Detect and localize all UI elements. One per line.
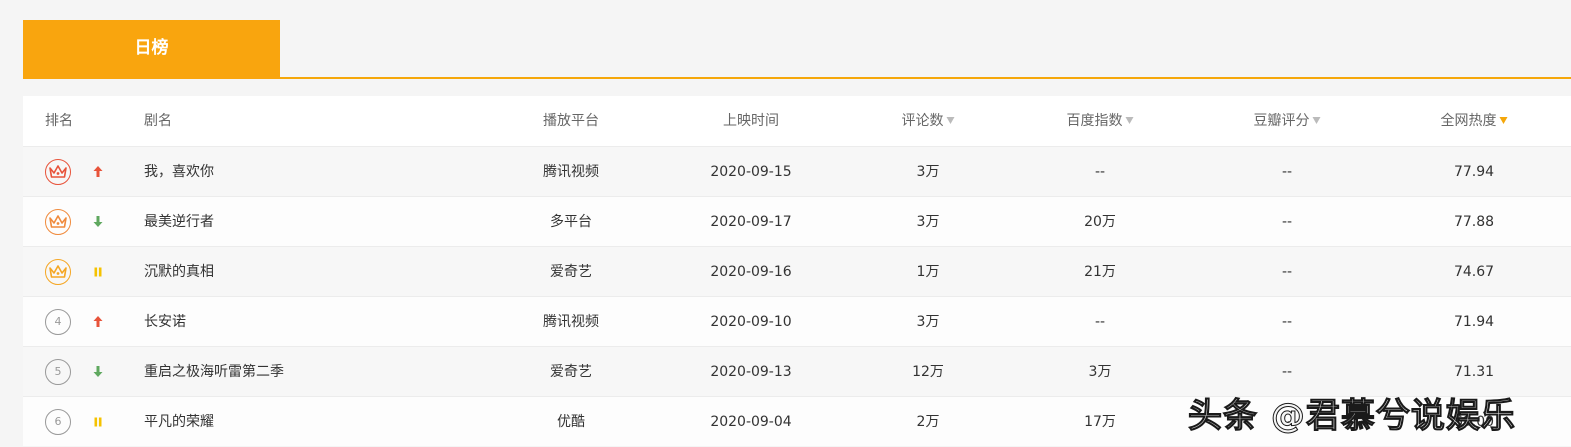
platform-cell: 多平台: [550, 214, 592, 230]
column-header-heat[interactable]: 全网热度: [1441, 96, 1508, 146]
douban-rating-cell: --: [1281, 264, 1293, 280]
drama-title[interactable]: 长安诺: [144, 297, 186, 347]
column-header-comments-label: 评论数: [901, 113, 944, 129]
baidu-index-cell: --: [1094, 164, 1106, 180]
watermark: 头条 @君慕兮说娱乐: [1188, 396, 1516, 437]
crown-rank-icon: [45, 259, 71, 285]
arrow-up-icon: [92, 312, 104, 332]
platform-cell: 爱奇艺: [550, 364, 592, 380]
heat-cell: 77.88: [1453, 214, 1495, 230]
douban-rating-cell: --: [1281, 314, 1293, 330]
heat-cell: 71.94: [1453, 314, 1495, 330]
arrow-up-icon: [92, 162, 104, 182]
arrow-down-icon: [92, 362, 104, 382]
release-date-cell: 2020-09-16: [710, 264, 792, 280]
column-header-baidu-label: 百度指数: [1066, 113, 1123, 129]
release-date-cell: 2020-09-13: [710, 364, 792, 380]
table-header: 排名 剧名 播放平台 上映时间 评论数 百度指数 豆瓣评分 全网热度: [23, 96, 1571, 146]
sort-down-icon[interactable]: [946, 116, 955, 124]
drama-title[interactable]: 平凡的荣耀: [144, 397, 214, 447]
platform-cell: 优酷: [557, 414, 585, 430]
drama-title[interactable]: 我，喜欢你: [144, 147, 214, 197]
drama-title[interactable]: 最美逆行者: [144, 197, 214, 247]
arrow-down-icon: [92, 212, 104, 232]
comments-cell: 2万: [916, 414, 940, 430]
heat-cell: 77.94: [1453, 164, 1495, 180]
release-date-cell: 2020-09-10: [710, 314, 792, 330]
baidu-index-cell: 21万: [1084, 264, 1116, 280]
crown-rank-icon: [45, 209, 71, 235]
table-row[interactable]: 4 长安诺 腾讯视频 2020-09-10 3万 -- -- 71.94: [23, 296, 1571, 346]
comments-cell: 1万: [916, 264, 940, 280]
douban-rating-cell: --: [1281, 214, 1293, 230]
column-header-baidu-index[interactable]: 百度指数: [1067, 96, 1134, 146]
comments-cell: 3万: [916, 164, 940, 180]
pause-flat-icon: [92, 412, 104, 432]
rank-number-badge: 5: [45, 359, 71, 385]
column-header-rank: 排名: [45, 113, 73, 129]
platform-cell: 腾讯视频: [543, 314, 599, 330]
sort-down-icon[interactable]: [1312, 116, 1321, 124]
comments-cell: 3万: [916, 214, 940, 230]
platform-cell: 爱奇艺: [550, 264, 592, 280]
baidu-index-cell: 17万: [1084, 414, 1116, 430]
column-header-douban-label: 豆瓣评分: [1253, 113, 1310, 129]
column-header-platform: 播放平台: [543, 113, 599, 129]
heat-cell: 74.67: [1453, 264, 1495, 280]
tab-daily-chart[interactable]: 日榜: [23, 20, 280, 79]
column-header-douban-rating[interactable]: 豆瓣评分: [1254, 96, 1321, 146]
release-date-cell: 2020-09-04: [710, 414, 792, 430]
sort-down-active-icon[interactable]: [1499, 116, 1508, 124]
baidu-index-cell: 20万: [1084, 214, 1116, 230]
table-row[interactable]: 沉默的真相 爱奇艺 2020-09-16 1万 21万 -- 74.67: [23, 246, 1571, 296]
pause-flat-icon: [92, 262, 104, 282]
release-date-cell: 2020-09-17: [710, 214, 792, 230]
column-header-heat-label: 全网热度: [1440, 113, 1497, 129]
rank-number-badge: 4: [45, 309, 71, 335]
baidu-index-cell: 3万: [1088, 364, 1112, 380]
release-date-cell: 2020-09-15: [710, 164, 792, 180]
comments-cell: 3万: [916, 314, 940, 330]
douban-rating-cell: --: [1281, 164, 1293, 180]
crown-rank-icon: [45, 159, 71, 185]
column-header-comments[interactable]: 评论数: [902, 96, 955, 146]
table-row[interactable]: 最美逆行者 多平台 2020-09-17 3万 20万 -- 77.88: [23, 196, 1571, 246]
comments-cell: 12万: [912, 364, 944, 380]
column-header-title: 剧名: [144, 113, 172, 129]
sort-down-icon[interactable]: [1125, 116, 1134, 124]
platform-cell: 腾讯视频: [543, 164, 599, 180]
rank-number-badge: 6: [45, 409, 71, 435]
table-row[interactable]: 我，喜欢你 腾讯视频 2020-09-15 3万 -- -- 77.94: [23, 146, 1571, 196]
drama-title[interactable]: 沉默的真相: [144, 247, 214, 297]
drama-title[interactable]: 重启之极海听雷第二季: [144, 347, 284, 397]
tab-bar: 日榜: [23, 20, 1571, 79]
column-header-release-date: 上映时间: [723, 113, 779, 129]
baidu-index-cell: --: [1094, 314, 1106, 330]
